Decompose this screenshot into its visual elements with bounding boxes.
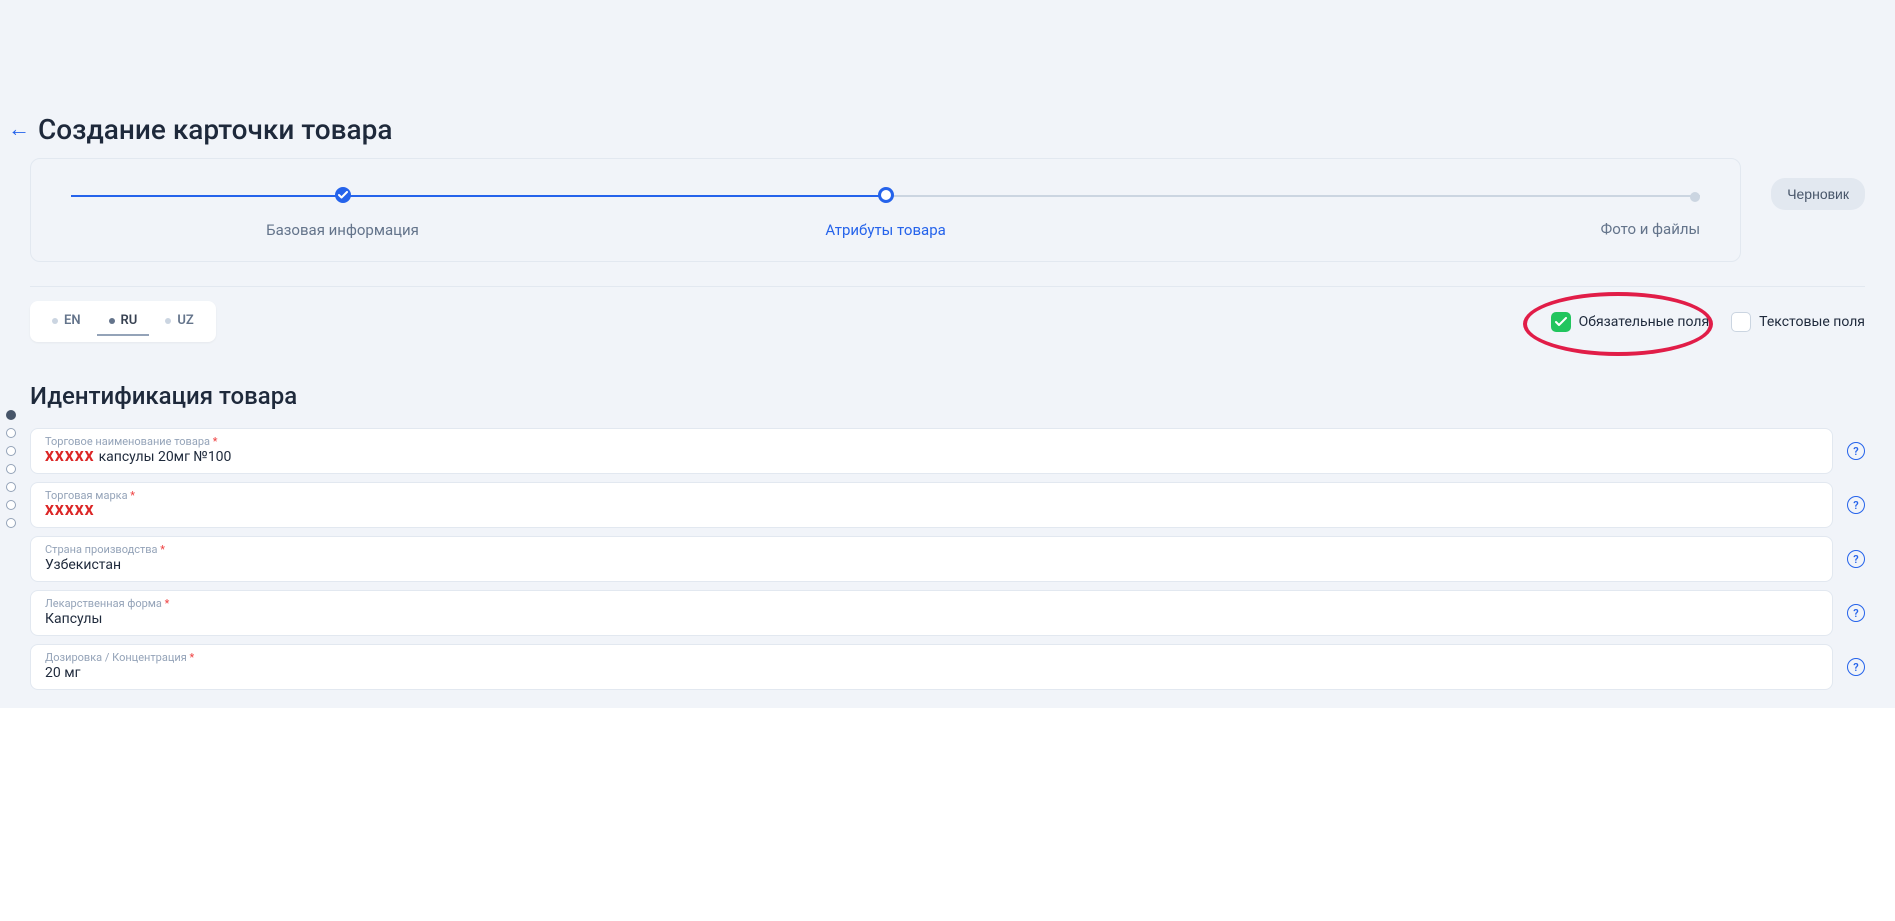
filter-checks: Обязательные поля Текстовые поля [1551,312,1865,332]
section-identification: Идентификация товара Торговое наименован… [0,352,1895,708]
help-icon[interactable]: ? [1847,658,1865,676]
step-basic-info[interactable]: Базовая информация [71,187,614,239]
step-dot-active-icon [878,187,894,203]
lang-tab-ru[interactable]: RU [97,307,150,336]
nav-dot[interactable] [6,482,16,492]
step-photos[interactable]: Фото и файлы [1157,189,1700,238]
section-nav-dots [6,410,16,528]
field-label: Торговая марка * [45,489,1818,502]
lang-tab-en[interactable]: EN [40,307,93,336]
step-attributes[interactable]: Атрибуты товара [614,187,1157,239]
checkbox-label: Обязательные поля [1579,314,1710,330]
step-label: Атрибуты товара [825,221,945,239]
redacted-text: XXXXX [45,503,95,519]
header: ← Создание карточки товара [0,105,1895,158]
field-row: Страна производства * Узбекистан ? [30,536,1865,582]
field-row: Торговая марка * XXXXX ? [30,482,1865,528]
step-dot-completed-icon [335,187,351,203]
step-dot-pending-icon [1690,192,1700,202]
field-label: Дозировка / Концентрация * [45,651,1818,664]
required-fields-checkbox[interactable]: Обязательные поля [1551,312,1710,332]
nav-dot[interactable] [6,428,16,438]
back-arrow-icon[interactable]: ← [8,119,30,141]
stepper-card: Базовая информация Атрибуты товара Фото … [30,158,1741,262]
help-icon[interactable]: ? [1847,550,1865,568]
help-icon[interactable]: ? [1847,442,1865,460]
dot-icon [165,318,171,324]
draft-button[interactable]: Черновик [1771,178,1865,210]
stepper: Базовая информация Атрибуты товара Фото … [71,187,1700,239]
lang-label: UZ [177,313,193,328]
nav-dot[interactable] [6,410,16,420]
field-row: Торговое наименование товара * XXXXX кап… [30,428,1865,474]
checkbox-unchecked-icon [1731,312,1751,332]
nav-dot[interactable] [6,446,16,456]
field-label: Лекарственная форма * [45,597,1818,610]
field-row: Лекарственная форма * Капсулы ? [30,590,1865,636]
page-wrapper: ← Создание карточки товара Базовая инфор… [0,0,1895,708]
field-value: XXXXX [45,502,1818,519]
checkbox-checked-icon [1551,312,1571,332]
redacted-text: XXXXX [45,449,95,465]
nav-dot[interactable] [6,518,16,528]
dot-icon [109,318,115,324]
trade-name-field[interactable]: Торговое наименование товара * XXXXX кап… [30,428,1833,474]
help-icon[interactable]: ? [1847,496,1865,514]
lang-label: RU [121,313,138,328]
lang-tab-uz[interactable]: UZ [153,307,205,336]
field-label: Страна производства * [45,543,1818,556]
nav-dot[interactable] [6,500,16,510]
lang-tabs: EN RU UZ [30,301,216,342]
nav-dot[interactable] [6,464,16,474]
help-icon[interactable]: ? [1847,604,1865,622]
lang-label: EN [64,313,81,328]
top-actions: Базовая информация Атрибуты товара Фото … [0,158,1895,286]
step-label: Фото и файлы [1601,220,1701,238]
field-value: 20 мг [45,664,1818,681]
field-value: Капсулы [45,610,1818,627]
field-value: Узбекистан [45,556,1818,573]
form-field[interactable]: Лекарственная форма * Капсулы [30,590,1833,636]
dosage-field[interactable]: Дозировка / Концентрация * 20 мг [30,644,1833,690]
dot-icon [52,318,58,324]
filter-row: EN RU UZ Обязательные поля Текстовые по [30,286,1865,352]
trade-mark-field[interactable]: Торговая марка * XXXXX [30,482,1833,528]
text-fields-checkbox[interactable]: Текстовые поля [1731,312,1865,332]
field-row: Дозировка / Концентрация * 20 мг ? [30,644,1865,690]
checkbox-label: Текстовые поля [1759,314,1865,330]
field-label: Торговое наименование товара * [45,435,1818,448]
country-field[interactable]: Страна производства * Узбекистан [30,536,1833,582]
step-label: Базовая информация [266,221,419,239]
field-value: XXXXX капсулы 20мг №100 [45,448,1818,465]
section-title: Идентификация товара [30,382,1865,410]
page-title: Создание карточки товара [38,113,392,146]
